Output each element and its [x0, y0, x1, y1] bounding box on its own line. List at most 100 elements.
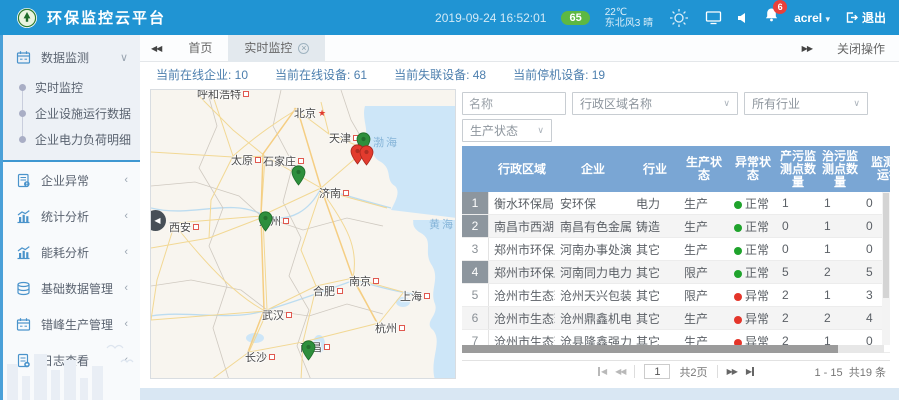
- chevron-left-icon: ‹: [124, 282, 128, 294]
- page-number-input[interactable]: [644, 364, 670, 379]
- chevron-left-icon: ◀: [154, 216, 160, 225]
- industry-select-value: 所有行业: [752, 95, 800, 112]
- app-title: 环保监控云平台: [47, 7, 166, 28]
- cell-1-0: 南昌市西湖区环保局: [489, 218, 555, 235]
- name-search-input[interactable]: [462, 92, 566, 115]
- table-row-3[interactable]: 3郑州市环保局河南办事处演示其它生产正常010: [462, 238, 890, 261]
- cell-3-0: 郑州市环保局: [489, 264, 555, 281]
- cell-1-6: 1: [819, 219, 861, 233]
- cell-4-1: 沧州天兴包装制品: [555, 287, 631, 304]
- tab-bar: ◀◀ 首页 实时监控 × ▶▶ 关闭操作: [140, 35, 899, 62]
- last-page-button[interactable]: ▶: [746, 367, 754, 376]
- stat-item-1: 当前在线设备: 61: [275, 66, 367, 83]
- next-page-button[interactable]: ▶▶: [727, 367, 737, 376]
- sidebar-item-6[interactable]: 日志查看‹: [3, 342, 140, 378]
- cell-2-1: 河南办事处演示: [555, 241, 631, 258]
- green-map-pin[interactable]: [301, 340, 316, 366]
- china-map[interactable]: 渤海黄海呼和浩特北京★天津太原石家庄济南西安郑州合肥南京上海武汉杭州长沙南昌 ◀: [150, 89, 456, 379]
- sidebar-subitem[interactable]: 企业电力负荷明细: [3, 126, 140, 152]
- pager-divider: [717, 365, 718, 378]
- city-marker-icon: [269, 354, 275, 360]
- status-alert-dot-icon: [734, 293, 742, 301]
- notifications-button[interactable]: 6: [764, 7, 779, 28]
- sidebar-item-label: 统计分析: [41, 208, 89, 225]
- total-pages-label: 共2页: [679, 364, 707, 380]
- cell-5-0: 沧州市生态环保局: [489, 310, 555, 327]
- city-marker-icon: [283, 218, 289, 224]
- table-row-2[interactable]: 2南昌市西湖区环保局南昌有色金属有限公司铸造生产正常010: [462, 215, 890, 238]
- status-alert-dot-icon: [734, 316, 742, 324]
- column-header-5[interactable]: 异常状态: [729, 156, 777, 182]
- column-header-3[interactable]: 行业: [631, 163, 679, 176]
- cell-3-4: 正常: [729, 264, 777, 281]
- table-row-6[interactable]: 6沧州市生态环保局沧州鼎鑫机电设备其它生产异常224: [462, 307, 890, 330]
- tab-realtime-monitor[interactable]: 实时监控 ×: [228, 35, 325, 62]
- hscroll-thumb[interactable]: [462, 345, 838, 353]
- sidebar-item-label: 企业异常: [41, 172, 89, 189]
- production-status-select[interactable]: 生产状态 ∨: [462, 119, 552, 142]
- tabs-scroll-left-icon[interactable]: ◀◀: [140, 44, 172, 53]
- city-label: 杭州: [375, 320, 405, 336]
- bottom-strip: [140, 388, 899, 400]
- tabs-scroll-right-icon[interactable]: ▶▶: [791, 44, 823, 53]
- cell-5-6: 2: [819, 311, 861, 325]
- cell-1-4: 正常: [729, 218, 777, 235]
- sidebar-item-0[interactable]: 数据监测∨: [3, 40, 140, 74]
- header-widgets: 2019-09-24 16:52:01 65 22℃ 东北风3 晴: [435, 7, 886, 29]
- green-map-pin[interactable]: [291, 165, 306, 191]
- vscroll-thumb[interactable]: [883, 193, 889, 298]
- chevron-left-icon: ‹: [124, 210, 128, 222]
- cell-0-6: 1: [819, 196, 861, 210]
- column-header-1[interactable]: 行政区域: [489, 163, 555, 176]
- table-row-1[interactable]: 1衡水环保局安环保电力生产正常110: [462, 192, 890, 215]
- close-operations-button[interactable]: 关闭操作: [823, 40, 899, 57]
- logout-icon: [845, 11, 858, 24]
- sidebar-item-label: 错峰生产管理: [41, 316, 113, 333]
- enterprise-table: 行政区域企业行业生产状态异常状态产污监测点数量治污监测点数量监测点运行1衡水环保…: [462, 146, 890, 353]
- horizontal-scrollbar[interactable]: [462, 345, 884, 353]
- column-header-8[interactable]: 监测点运行: [861, 156, 890, 182]
- region-select[interactable]: 行政区域名称 ∨: [572, 92, 738, 115]
- speaker-mute-icon[interactable]: [737, 12, 749, 24]
- table-row-5[interactable]: 5沧州市生态环保局沧州天兴包装制品其它限产异常213: [462, 284, 890, 307]
- capital-star-icon: ★: [318, 108, 326, 119]
- city-label: 西安: [169, 219, 199, 235]
- user-menu[interactable]: acrel ▾: [794, 11, 830, 25]
- tab-close-icon[interactable]: ×: [298, 43, 309, 54]
- cell-1-3: 生产: [679, 218, 729, 235]
- sidebar-subitem[interactable]: 实时监控: [3, 74, 140, 100]
- table-header-row: 行政区域企业行业生产状态异常状态产污监测点数量治污监测点数量监测点运行: [462, 146, 890, 192]
- first-page-button[interactable]: ◀: [598, 367, 606, 376]
- database-icon: [16, 281, 32, 296]
- column-header-4[interactable]: 生产状态: [679, 156, 729, 182]
- chevron-down-icon: ∨: [723, 98, 730, 109]
- sun-weather-icon: [668, 7, 690, 29]
- tab-home[interactable]: 首页: [172, 35, 228, 62]
- sidebar-item-3[interactable]: 能耗分析‹: [3, 234, 140, 270]
- logout-button[interactable]: 退出: [845, 9, 886, 26]
- city-label: 合肥: [313, 283, 343, 299]
- cell-4-0: 沧州市生态环保局: [489, 287, 555, 304]
- industry-select[interactable]: 所有行业 ∨: [744, 92, 868, 115]
- column-header-2[interactable]: 企业: [555, 163, 631, 176]
- sidebar-item-5[interactable]: 错峰生产管理‹: [3, 306, 140, 342]
- cell-3-2: 其它: [631, 264, 679, 281]
- main-area: ◀◀ 首页 实时监控 × ▶▶ 关闭操作 当前在线企业: 10当前在线设备: 6…: [140, 35, 899, 400]
- cell-2-3: 生产: [679, 241, 729, 258]
- green-map-pin[interactable]: [258, 211, 273, 237]
- vertical-scrollbar[interactable]: [882, 192, 890, 345]
- table-row-4[interactable]: 4郑州市环保局河南同力电力设备其它限产正常525: [462, 261, 890, 284]
- prev-page-button[interactable]: ◀◀: [615, 367, 625, 376]
- sidebar-subitem[interactable]: 企业设施运行数据: [3, 100, 140, 126]
- screen-monitor-icon[interactable]: [705, 10, 722, 25]
- chevron-left-icon: ‹: [124, 174, 128, 186]
- app-logo-icon: [16, 7, 38, 29]
- red-map-pin[interactable]: [359, 145, 374, 171]
- sidebar-item-4[interactable]: 基础数据管理‹: [3, 270, 140, 306]
- sidebar-item-1[interactable]: 企业异常 ‹: [3, 162, 140, 198]
- column-header-7[interactable]: 治污监测点数量: [819, 150, 861, 189]
- app-root: 环保监控云平台 2019-09-24 16:52:01 65 22℃ 东北风3 …: [0, 0, 899, 400]
- sidebar-item-2[interactable]: 统计分析 ‹: [3, 198, 140, 234]
- city-label: 北京★: [294, 105, 326, 121]
- column-header-6[interactable]: 产污监测点数量: [777, 150, 819, 189]
